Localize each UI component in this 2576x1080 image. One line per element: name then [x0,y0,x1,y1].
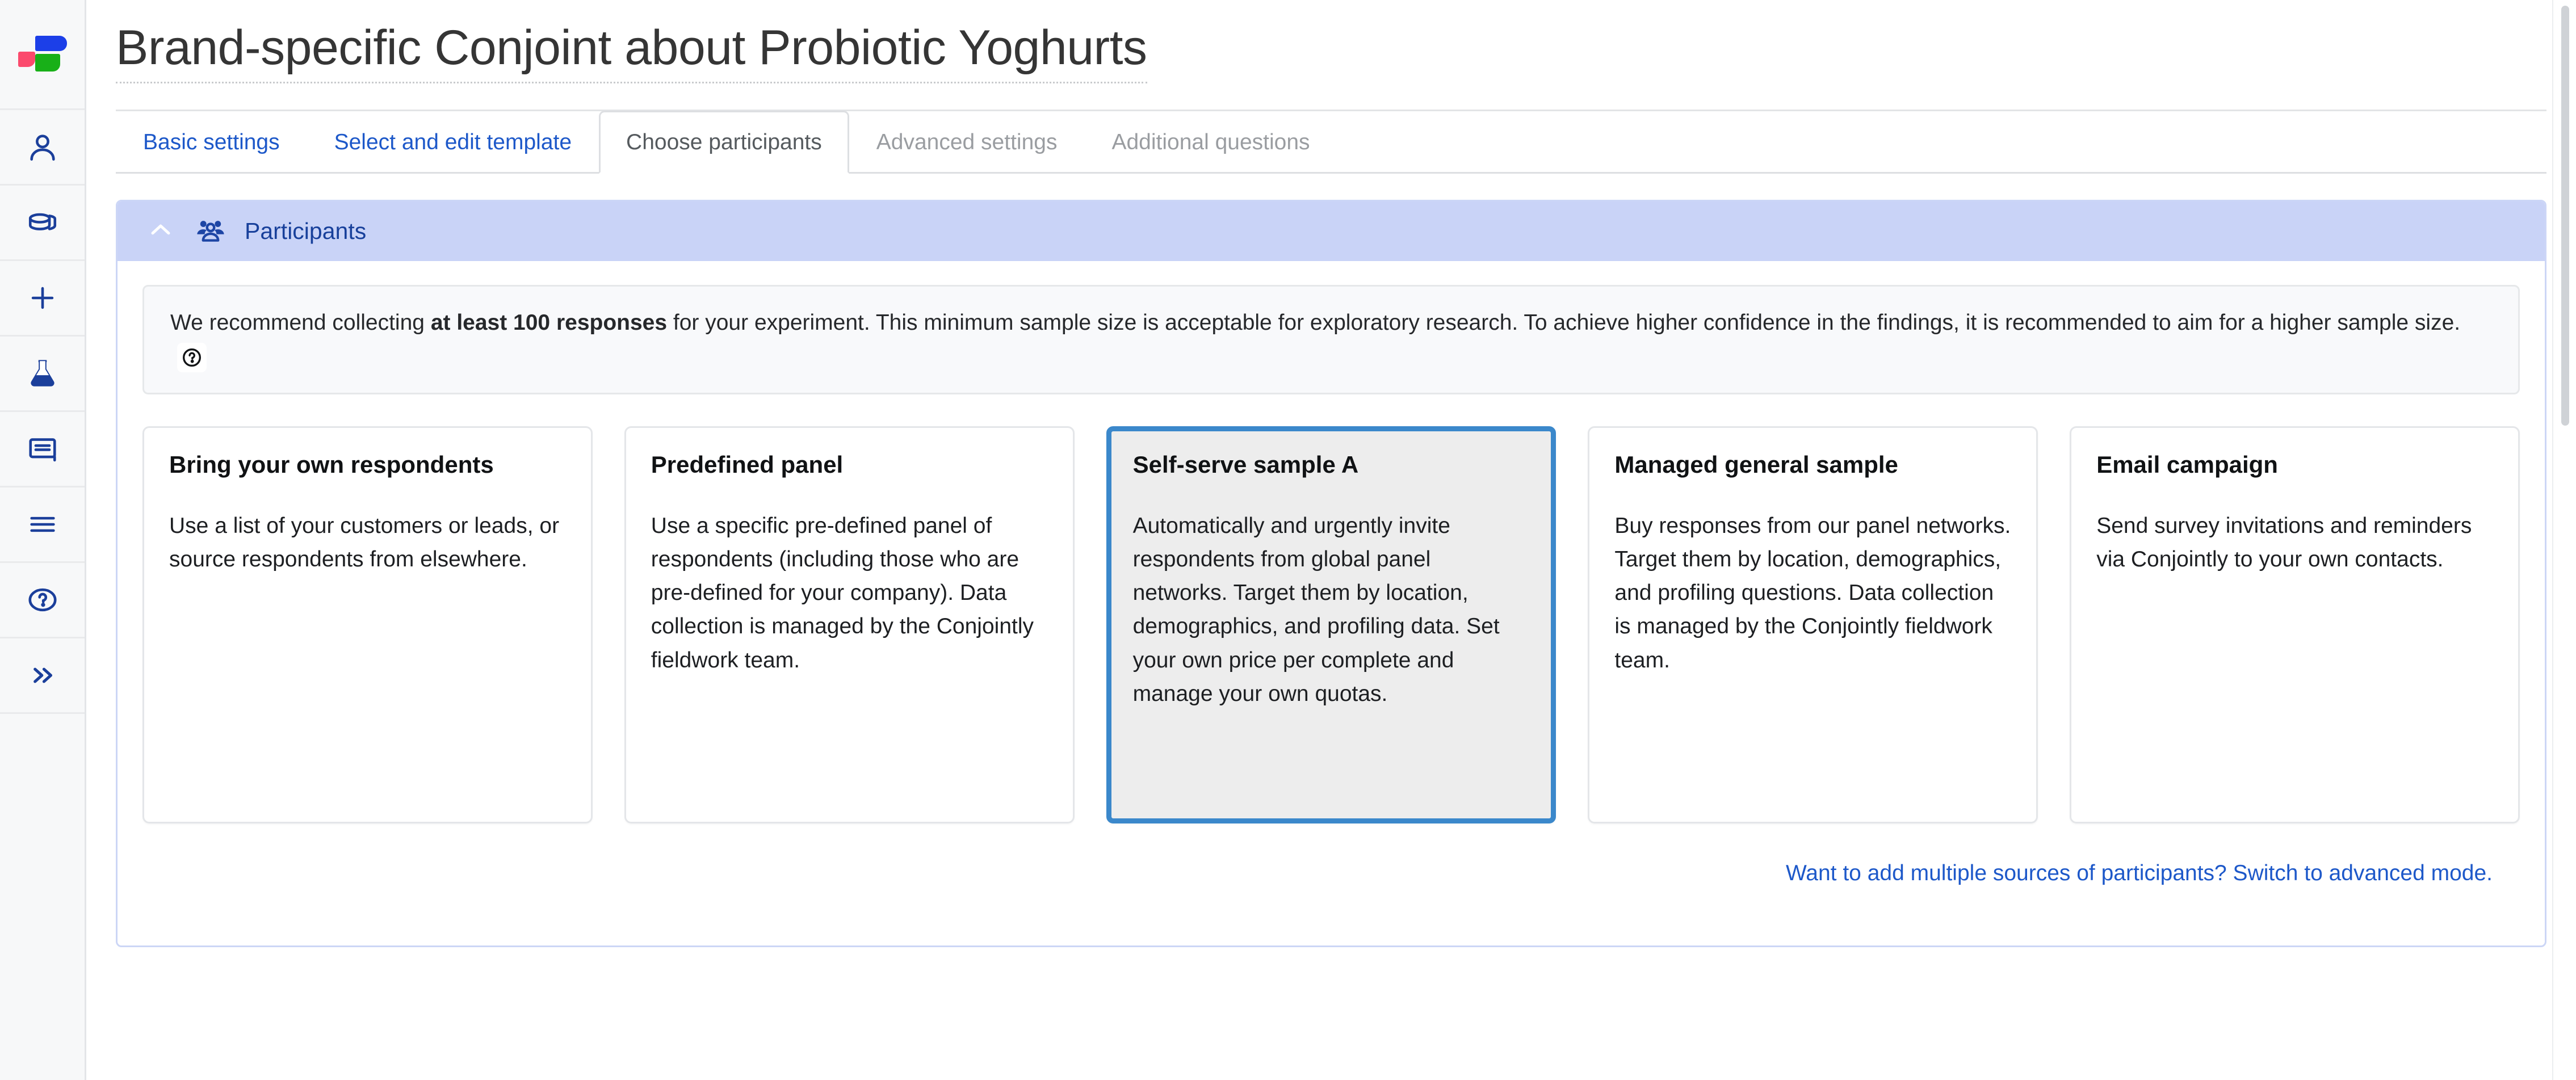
switch-to-advanced-mode-link[interactable]: Want to add multiple sources of particip… [1786,861,2493,885]
tab-basic-settings[interactable]: Basic settings [116,111,307,174]
question-circle-icon [26,583,59,616]
card-title: Managed general sample [1614,451,1898,478]
sidebar-item-account[interactable] [0,110,85,186]
question-circle-icon[interactable] [177,343,207,373]
logo-green-bar [35,53,60,72]
tab-choose-participants[interactable]: Choose participants [599,111,849,174]
page-title[interactable]: Brand-specific Conjoint about Probiotic … [116,20,1147,84]
left-icon-rail [0,0,86,1080]
app-root: Brand-specific Conjoint about Probiotic … [0,0,2576,1080]
panel-footer: Want to add multiple sources of particip… [142,861,2520,886]
database-stack-icon [26,206,59,239]
main-content: Brand-specific Conjoint about Probiotic … [86,0,2576,1080]
sidebar-item-help[interactable] [0,563,85,638]
card-email-campaign[interactable]: Email campaign Send survey invitations a… [2070,426,2520,824]
sidebar-item-experiments[interactable] [0,337,85,412]
participants-panel: Participants We recommend collecting at … [116,200,2546,948]
notice-text-after: for your experiment. This minimum sample… [667,310,2461,335]
tab-bar: Basic settings Select and edit template … [116,111,2546,174]
notice-text-before: We recommend collecting [170,310,431,335]
tab-select-edit-template[interactable]: Select and edit template [307,111,599,174]
card-title: Email campaign [2096,451,2278,478]
sidebar-item-menu[interactable] [0,488,85,563]
card-title: Bring your own respondents [169,451,494,478]
card-bring-your-own-respondents[interactable]: Bring your own respondents Use a list of… [142,426,593,824]
sidebar-item-expand[interactable] [0,638,85,714]
tab-additional-questions[interactable]: Additional questions [1084,111,1337,174]
page-scrollbar-thumb[interactable] [2561,6,2569,426]
book-icon [26,432,59,465]
card-description: Buy responses from our panel networks. T… [1614,513,2011,673]
logo-blue-bar [35,35,67,51]
participants-panel-body: We recommend collecting at least 100 res… [118,261,2545,886]
conjointly-logo[interactable] [0,0,85,110]
participants-panel-header[interactable]: Participants [118,201,2545,262]
card-description: Use a specific pre-defined panel of resp… [651,513,1034,673]
sidebar-item-new[interactable] [0,261,85,337]
chevron-up-icon[interactable] [145,214,177,249]
card-description: Automatically and urgently invite respon… [1132,513,1500,706]
logo-mark [18,30,67,79]
flask-icon [26,357,59,390]
hamburger-menu-icon [26,508,59,541]
user-icon [26,131,59,163]
plus-icon [26,281,59,314]
card-description: Use a list of your customers or leads, o… [169,513,560,571]
sidebar-item-library[interactable] [0,412,85,488]
participants-panel-title: Participants [245,218,367,245]
page-scrollbar[interactable] [2552,0,2576,1080]
card-managed-general-sample[interactable]: Managed general sample Buy responses fro… [1588,426,2038,824]
tab-advanced-settings[interactable]: Advanced settings [849,111,1085,174]
page-title-wrap: Brand-specific Conjoint about Probiotic … [86,0,2576,84]
chevrons-right-icon [26,659,59,692]
notice-text-bold: at least 100 responses [430,310,668,335]
card-description: Send survey invitations and reminders vi… [2096,513,2472,571]
sample-size-notice: We recommend collecting at least 100 res… [142,285,2520,395]
participant-source-cards: Bring your own respondents Use a list of… [142,426,2520,824]
card-self-serve-sample-a[interactable]: Self-serve sample A Automatically and ur… [1106,426,1556,824]
users-group-icon [196,215,225,247]
card-predefined-panel[interactable]: Predefined panel Use a specific pre-defi… [624,426,1075,824]
sidebar-item-projects[interactable] [0,186,85,261]
logo-pink-bar [18,51,35,67]
card-title: Predefined panel [651,451,844,478]
card-title: Self-serve sample A [1132,451,1359,478]
